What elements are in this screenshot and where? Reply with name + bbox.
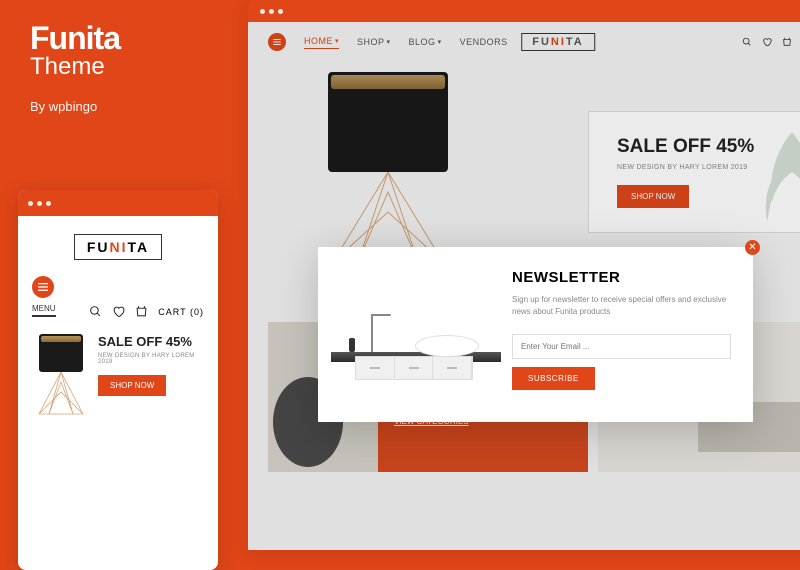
newsletter-modal: ✕ NEWSLETTER Sign up for newsletter to r… (318, 247, 753, 422)
sale-subtitle: NEW DESIGN BY HARY LOREM 2019 (98, 353, 204, 365)
desktop-titlebar (248, 0, 800, 22)
menu-label[interactable]: MENU (32, 304, 56, 317)
close-icon[interactable]: ✕ (745, 240, 760, 255)
theme-info: Funita Theme By wpbingo (30, 20, 210, 114)
mobile-preview: FUNITA MENU CART (0) SALE OFF 45% NEW DE… (18, 190, 218, 570)
product-lamp-image (32, 334, 90, 424)
newsletter-title: NEWSLETTER (512, 269, 731, 286)
sale-heading: SALE OFF 45% (98, 334, 204, 349)
theme-subtitle: Theme (30, 53, 210, 81)
shop-now-button[interactable]: SHOP NOW (98, 375, 166, 396)
desktop-preview: HOME ▾ SHOP ▾ BLOG ▾ VENDORS FUNITA CART… (248, 0, 800, 550)
newsletter-desc: Sign up for newsletter to receive specia… (512, 294, 731, 318)
hamburger-icon[interactable] (32, 276, 54, 298)
theme-author: By wpbingo (30, 99, 210, 114)
modal-image (318, 247, 508, 422)
subscribe-button[interactable]: SUBSCRIBE (512, 367, 595, 390)
mobile-logo[interactable]: FUNITA (18, 216, 218, 270)
mobile-titlebar (18, 190, 218, 216)
theme-title: Funita (30, 20, 210, 57)
email-input[interactable] (512, 334, 731, 359)
